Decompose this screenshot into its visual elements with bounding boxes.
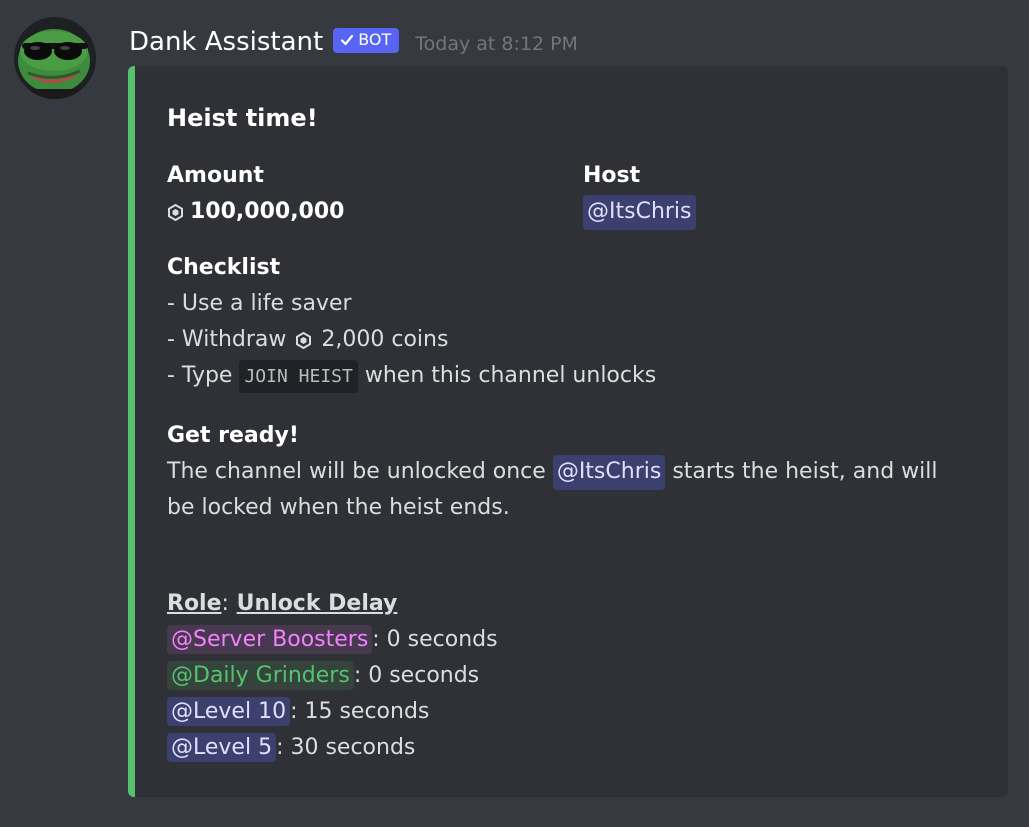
role-delay: : 0 seconds xyxy=(353,663,480,688)
checkmark-icon xyxy=(341,34,354,45)
embed-title: Heist time! xyxy=(167,104,318,132)
role-mention-server-boosters[interactable]: @Server Boosters xyxy=(167,625,373,654)
role-mention-level-10[interactable]: @Level 10 xyxy=(167,697,291,726)
message-header: Dank Assistant BOT Today at 8:12 PM xyxy=(129,22,578,62)
chat-message: Dank Assistant BOT Today at 8:12 PM Heis… xyxy=(0,0,1029,827)
role-row: @Level 5: 30 seconds xyxy=(167,730,498,766)
field-amount: Amount 100,000,000 xyxy=(167,158,344,230)
bot-avatar[interactable] xyxy=(14,17,96,99)
coin-icon xyxy=(296,331,312,349)
get-ready-text-2: starts the heist, and will xyxy=(672,459,938,484)
checklist-item-2: - Withdraw 2,000 coins xyxy=(167,322,656,358)
roles-header: Role: Unlock Delay xyxy=(167,586,498,622)
get-ready-text-1: The channel will be unlocked once xyxy=(167,459,546,484)
role-delay: : 15 seconds xyxy=(290,699,430,724)
amount-value: 100,000,000 xyxy=(190,199,345,224)
host-mention[interactable]: @ItsChris xyxy=(583,195,696,230)
checklist-item-3-suffix: when this channel unlocks xyxy=(364,363,657,388)
field-get-ready: Get ready! The channel will be unlocked … xyxy=(167,418,987,526)
field-checklist-name: Checklist xyxy=(167,255,281,280)
field-amount-name: Amount xyxy=(167,163,264,188)
checklist-item-1: - Use a life saver xyxy=(167,291,352,316)
host-mention-inline[interactable]: @ItsChris xyxy=(552,455,666,490)
role-row: @Level 10: 15 seconds xyxy=(167,694,498,730)
roles-header-sep: : xyxy=(221,591,229,616)
role-row: @Server Boosters: 0 seconds xyxy=(167,622,498,658)
coin-icon xyxy=(168,203,183,221)
checklist-item-2-prefix: - Withdraw xyxy=(167,327,287,352)
field-host: Host @ItsChris xyxy=(583,158,696,230)
inline-code: JOIN HEIST xyxy=(239,360,358,393)
role-mention-daily-grinders[interactable]: @Daily Grinders xyxy=(167,661,354,690)
checklist-item-3: - Type JOIN HEIST when this channel unlo… xyxy=(167,358,656,394)
embed: Heist time! Amount 100,000,000 Host @Its… xyxy=(128,66,1008,797)
field-checklist: Checklist - Use a life saver - Withdraw … xyxy=(167,250,656,394)
roles-header-delay: Unlock Delay xyxy=(236,591,398,616)
get-ready-line-1: The channel will be unlocked once @ItsCh… xyxy=(167,454,987,490)
checklist-item-2-suffix: 2,000 coins xyxy=(321,327,449,352)
role-delay: : 30 seconds xyxy=(276,735,416,760)
roles-section: Role: Unlock Delay @Server Boosters: 0 s… xyxy=(167,586,498,766)
field-get-ready-name: Get ready! xyxy=(167,423,299,448)
role-mention-level-5[interactable]: @Level 5 xyxy=(167,733,277,762)
field-host-name: Host xyxy=(583,163,641,188)
field-host-value: @ItsChris xyxy=(583,194,696,230)
roles-header-role: Role xyxy=(167,591,222,616)
role-delay: : 0 seconds xyxy=(372,627,498,652)
get-ready-line-2: be locked when the heist ends. xyxy=(167,495,510,520)
bot-tag: BOT xyxy=(333,27,400,53)
bot-tag-label: BOT xyxy=(358,29,392,49)
field-amount-value: 100,000,000 xyxy=(167,194,344,230)
pepe-avatar-icon xyxy=(14,17,96,99)
role-row: @Daily Grinders: 0 seconds xyxy=(167,658,498,694)
username[interactable]: Dank Assistant xyxy=(129,27,323,57)
timestamp[interactable]: Today at 8:12 PM xyxy=(415,33,578,55)
checklist-item-3-prefix: - Type xyxy=(167,363,233,388)
